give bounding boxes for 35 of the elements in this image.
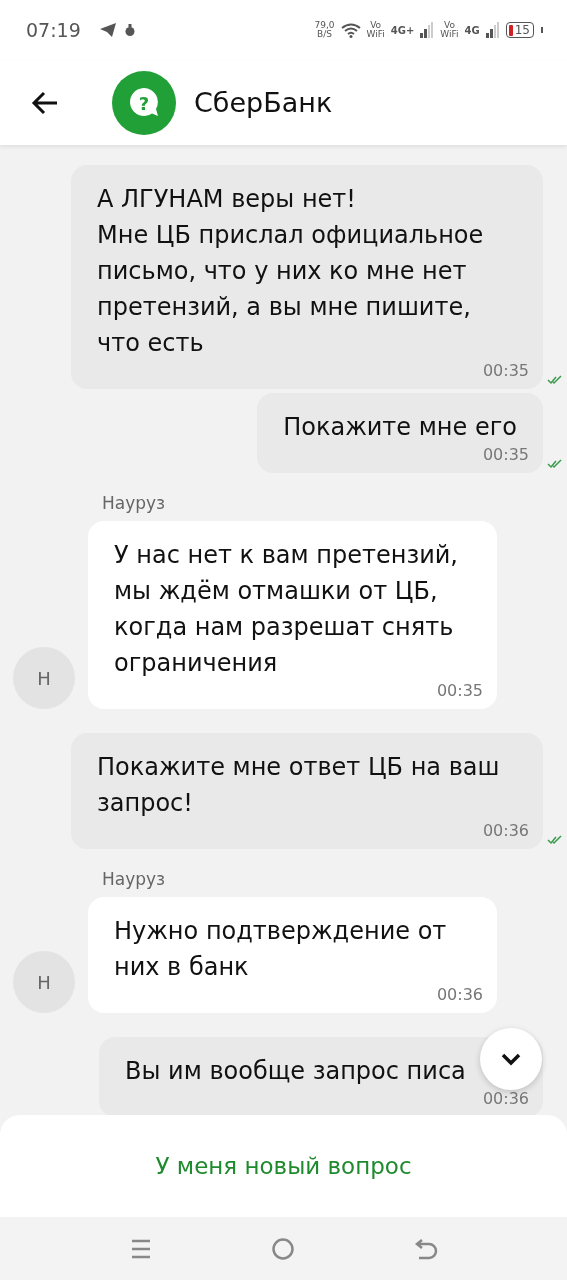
avatar: Н [13, 647, 75, 709]
new-question-button[interactable]: У меня новый вопрос [145, 1147, 422, 1185]
message-text: Нужно подтверждение от них в банк [114, 916, 448, 983]
message-text: А ЛГУНАМ веры нет! Мне ЦБ прислал официальное письмо, что у них ко мне нет претензий, а вы мне пишите, что есть [97, 184, 485, 359]
network-speed: 79,0 [314, 21, 335, 30]
message-time: 00:35 [436, 681, 483, 701]
message-time: 00:35 [482, 361, 529, 381]
message-text: Покажите мне его [283, 412, 518, 443]
message-time: 00:35 [482, 445, 529, 465]
speed-unit: B/S [317, 30, 332, 39]
sender-name: Науруз [102, 869, 167, 889]
vowifi-label: WiFi [440, 30, 459, 39]
paper-plane-icon [98, 22, 117, 38]
vowifi-label: Vo [370, 21, 382, 30]
wifi-icon [340, 22, 361, 38]
chat-title: СберБанк [194, 87, 333, 118]
message-time: 00:36 [436, 985, 483, 1005]
message-text: Покажите мне ответ ЦБ на ваш запрос! [97, 752, 501, 819]
chevron-down-icon [500, 1052, 522, 1066]
vowifi-label: WiFi [366, 30, 385, 39]
network-type: 4G [464, 24, 480, 36]
battery-level: 15 [514, 23, 530, 37]
signal-icon [420, 22, 435, 38]
chat-bubble-logo: ? [112, 70, 176, 135]
network-type: 4G+ [390, 24, 415, 36]
sender-name: Науруз [102, 493, 167, 513]
message-text: У нас нет к вам претензий, мы ждём отмашки от ЦБ, когда нам разрешат снять ограничения [114, 540, 459, 679]
message-time: 00:36 [482, 1089, 529, 1109]
message-text: Вы им вообще запрос писа [125, 1056, 467, 1087]
home-icon[interactable] [270, 1235, 297, 1262]
vowifi-label: Vo [443, 21, 455, 30]
signal-icon [485, 22, 500, 38]
message-time: 00:36 [482, 821, 529, 841]
clock-time: 07:19 [26, 19, 81, 41]
avatar: Н [13, 951, 75, 1013]
